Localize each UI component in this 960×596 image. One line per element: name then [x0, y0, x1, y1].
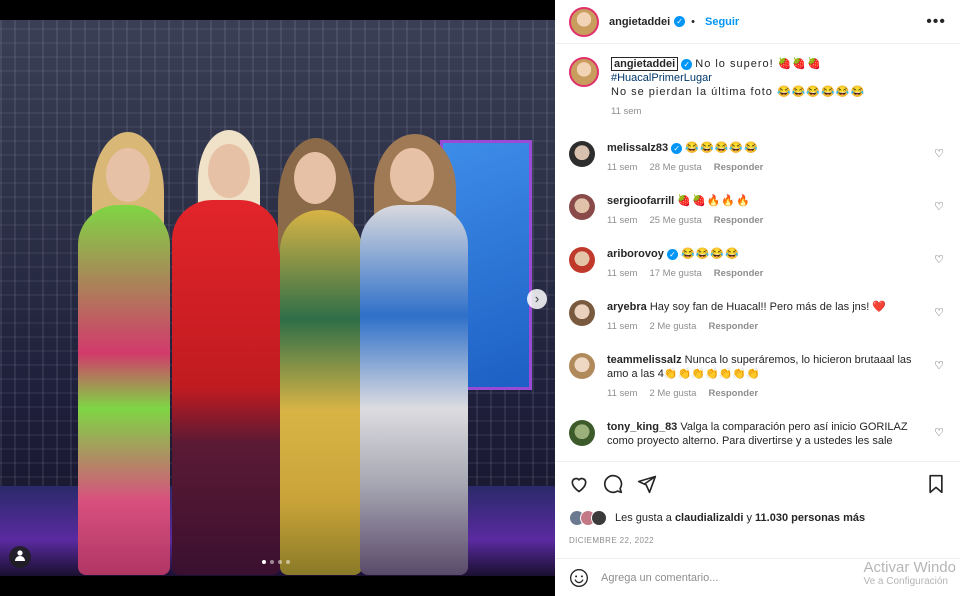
comment-item: ariborovoy ✓ 😂😂😂😂 11 sem 17 Me gusta Respo… [569, 247, 946, 281]
watermark-line2: Ve a Configuración [863, 576, 948, 587]
comment-avatar[interactable] [569, 420, 595, 446]
post-photo[interactable] [0, 20, 555, 576]
reply-button[interactable]: Responder [714, 161, 764, 175]
carousel-dots [262, 560, 290, 564]
post-media-pane: › [0, 0, 555, 596]
like-comment-heart-icon[interactable]: ♡ [934, 147, 944, 160]
comment-avatar[interactable] [569, 141, 595, 167]
reply-button[interactable]: Responder [714, 214, 764, 228]
comment-text: 😂😂😂😂 [680, 248, 740, 260]
performer-4 [360, 205, 468, 575]
comment-username[interactable]: teammelissalz [607, 354, 682, 366]
reply-button[interactable]: Responder [708, 320, 758, 334]
comment-time[interactable]: 11 sem [607, 214, 637, 228]
comment-likes[interactable]: 28 Me gusta [649, 161, 701, 175]
post-date[interactable]: DICIEMBRE 22, 2022 [569, 536, 946, 545]
comment-username[interactable]: melissalz83 [607, 142, 668, 154]
comment-likes[interactable]: 25 Me gusta [649, 214, 701, 228]
more-options-icon[interactable]: ••• [926, 13, 946, 31]
comment-likes[interactable]: 2 Me gusta [649, 320, 696, 334]
carousel-dot [270, 560, 274, 564]
tagged-users-icon[interactable] [9, 546, 31, 568]
liker-avatars [569, 510, 607, 526]
performer-1-head [106, 148, 150, 202]
likes-user[interactable]: claudializaldi [675, 512, 743, 524]
performer-2-head [208, 144, 250, 198]
comment-likes[interactable]: 17 Me gusta [649, 267, 701, 281]
post-header: angietaddei ✓ • Seguir ••• [555, 0, 960, 44]
performer-3-head [294, 152, 336, 204]
comments-list[interactable]: angietaddei ✓ No lo supero! 🍓🍓🍓 #HuacalP… [555, 45, 960, 461]
comment-item: aryebra Hay soy fan de Huacal!! Pero más… [569, 300, 946, 334]
comment-avatar[interactable] [569, 300, 595, 326]
verified-icon: ✓ [681, 58, 693, 70]
comment-time[interactable]: 11 sem [607, 267, 637, 281]
caption-text-line1: No lo supero! 🍓🍓🍓 [695, 58, 822, 70]
performer-1 [78, 205, 170, 575]
post-sidebar: angietaddei ✓ • Seguir ••• angietaddei ✓… [555, 0, 960, 596]
like-comment-heart-icon[interactable]: ♡ [934, 359, 944, 372]
reply-button[interactable]: Responder [714, 267, 764, 281]
carousel-dot [262, 560, 266, 564]
share-paper-plane-icon[interactable] [637, 474, 657, 494]
like-comment-heart-icon[interactable]: ♡ [934, 426, 944, 439]
windows-activation-watermark: Activar Windo Ve a Configuración [863, 559, 956, 587]
likes-middle: y [746, 512, 752, 524]
comment-item: sergioofarrill 🍓🍓🔥🔥🔥 11 sem 25 Me gusta Re… [569, 194, 946, 228]
comment-item: teammelissalz Nunca lo superáremos, lo h… [569, 353, 946, 401]
comment-time[interactable]: 11 sem [607, 161, 637, 175]
save-bookmark-icon[interactable] [926, 474, 946, 494]
performer-3 [280, 210, 362, 575]
likes-count[interactable]: 11.030 personas más [755, 512, 865, 524]
performer-4-head [390, 148, 434, 202]
comment-username[interactable]: sergioofarrill [607, 195, 674, 207]
comment-text: 😂😂😂😂😂 [685, 142, 759, 154]
caption-username[interactable]: angietaddei [611, 57, 679, 71]
comment-item: tony_king_83 Valga la comparación pero a… [569, 420, 946, 448]
caption-text-line3: No se pierdan la última foto 😂😂😂😂😂😂 [611, 86, 866, 98]
caption-time[interactable]: 11 sem [611, 105, 641, 119]
comment-likes[interactable]: 2 Me gusta [649, 387, 696, 401]
like-comment-heart-icon[interactable]: ♡ [934, 200, 944, 213]
separator-dot: • [691, 15, 695, 28]
caption-body: angietaddei ✓ No lo supero! 🍓🍓🍓 #HuacalP… [611, 57, 946, 119]
comment-bubble-icon[interactable] [603, 474, 623, 494]
verified-icon: ✓ [671, 142, 683, 154]
follow-button[interactable]: Seguir [705, 16, 739, 28]
like-heart-icon[interactable] [569, 474, 589, 494]
comment-time[interactable]: 11 sem [607, 320, 637, 334]
comment-text: 🍓🍓🔥🔥🔥 [677, 195, 751, 207]
watermark-line1: Activar Windo [863, 559, 956, 576]
emoji-picker-icon[interactable] [569, 568, 589, 588]
comment-username[interactable]: aryebra [607, 301, 647, 313]
comment-avatar[interactable] [569, 247, 595, 273]
caption-avatar[interactable] [569, 57, 599, 87]
comment-input[interactable]: Agrega un comentario... [601, 572, 718, 584]
comment-text: Hay soy fan de Huacal!! Pero más de las … [649, 301, 887, 313]
verified-icon: ✓ [666, 248, 678, 260]
like-comment-heart-icon[interactable]: ♡ [934, 306, 944, 319]
caption: angietaddei ✓ No lo supero! 🍓🍓🍓 #HuacalP… [569, 57, 946, 119]
verified-icon: ✓ [674, 16, 686, 27]
comment-avatar[interactable] [569, 194, 595, 220]
likes-summary[interactable]: Les gusta a claudializaldi y 11.030 pers… [569, 510, 946, 526]
comment-item: melissalz83 ✓ 😂😂😂😂😂 11 sem 28 Me gusta Res… [569, 141, 946, 175]
author-avatar[interactable] [569, 6, 599, 37]
author-username[interactable]: angietaddei [609, 16, 670, 28]
likes-prefix: Les gusta a [615, 512, 672, 524]
carousel-dot [286, 560, 290, 564]
performer-2 [172, 200, 280, 575]
carousel-dot [278, 560, 282, 564]
like-comment-heart-icon[interactable]: ♡ [934, 253, 944, 266]
comment-username[interactable]: tony_king_83 [607, 421, 677, 433]
comment-avatar[interactable] [569, 353, 595, 379]
comment-time[interactable]: 11 sem [607, 387, 637, 401]
comment-username[interactable]: ariborovoy [607, 248, 664, 260]
reply-button[interactable]: Responder [708, 387, 758, 401]
caption-hashtag[interactable]: #HuacalPrimerLugar [611, 71, 924, 85]
carousel-next-button[interactable]: › [527, 289, 547, 309]
